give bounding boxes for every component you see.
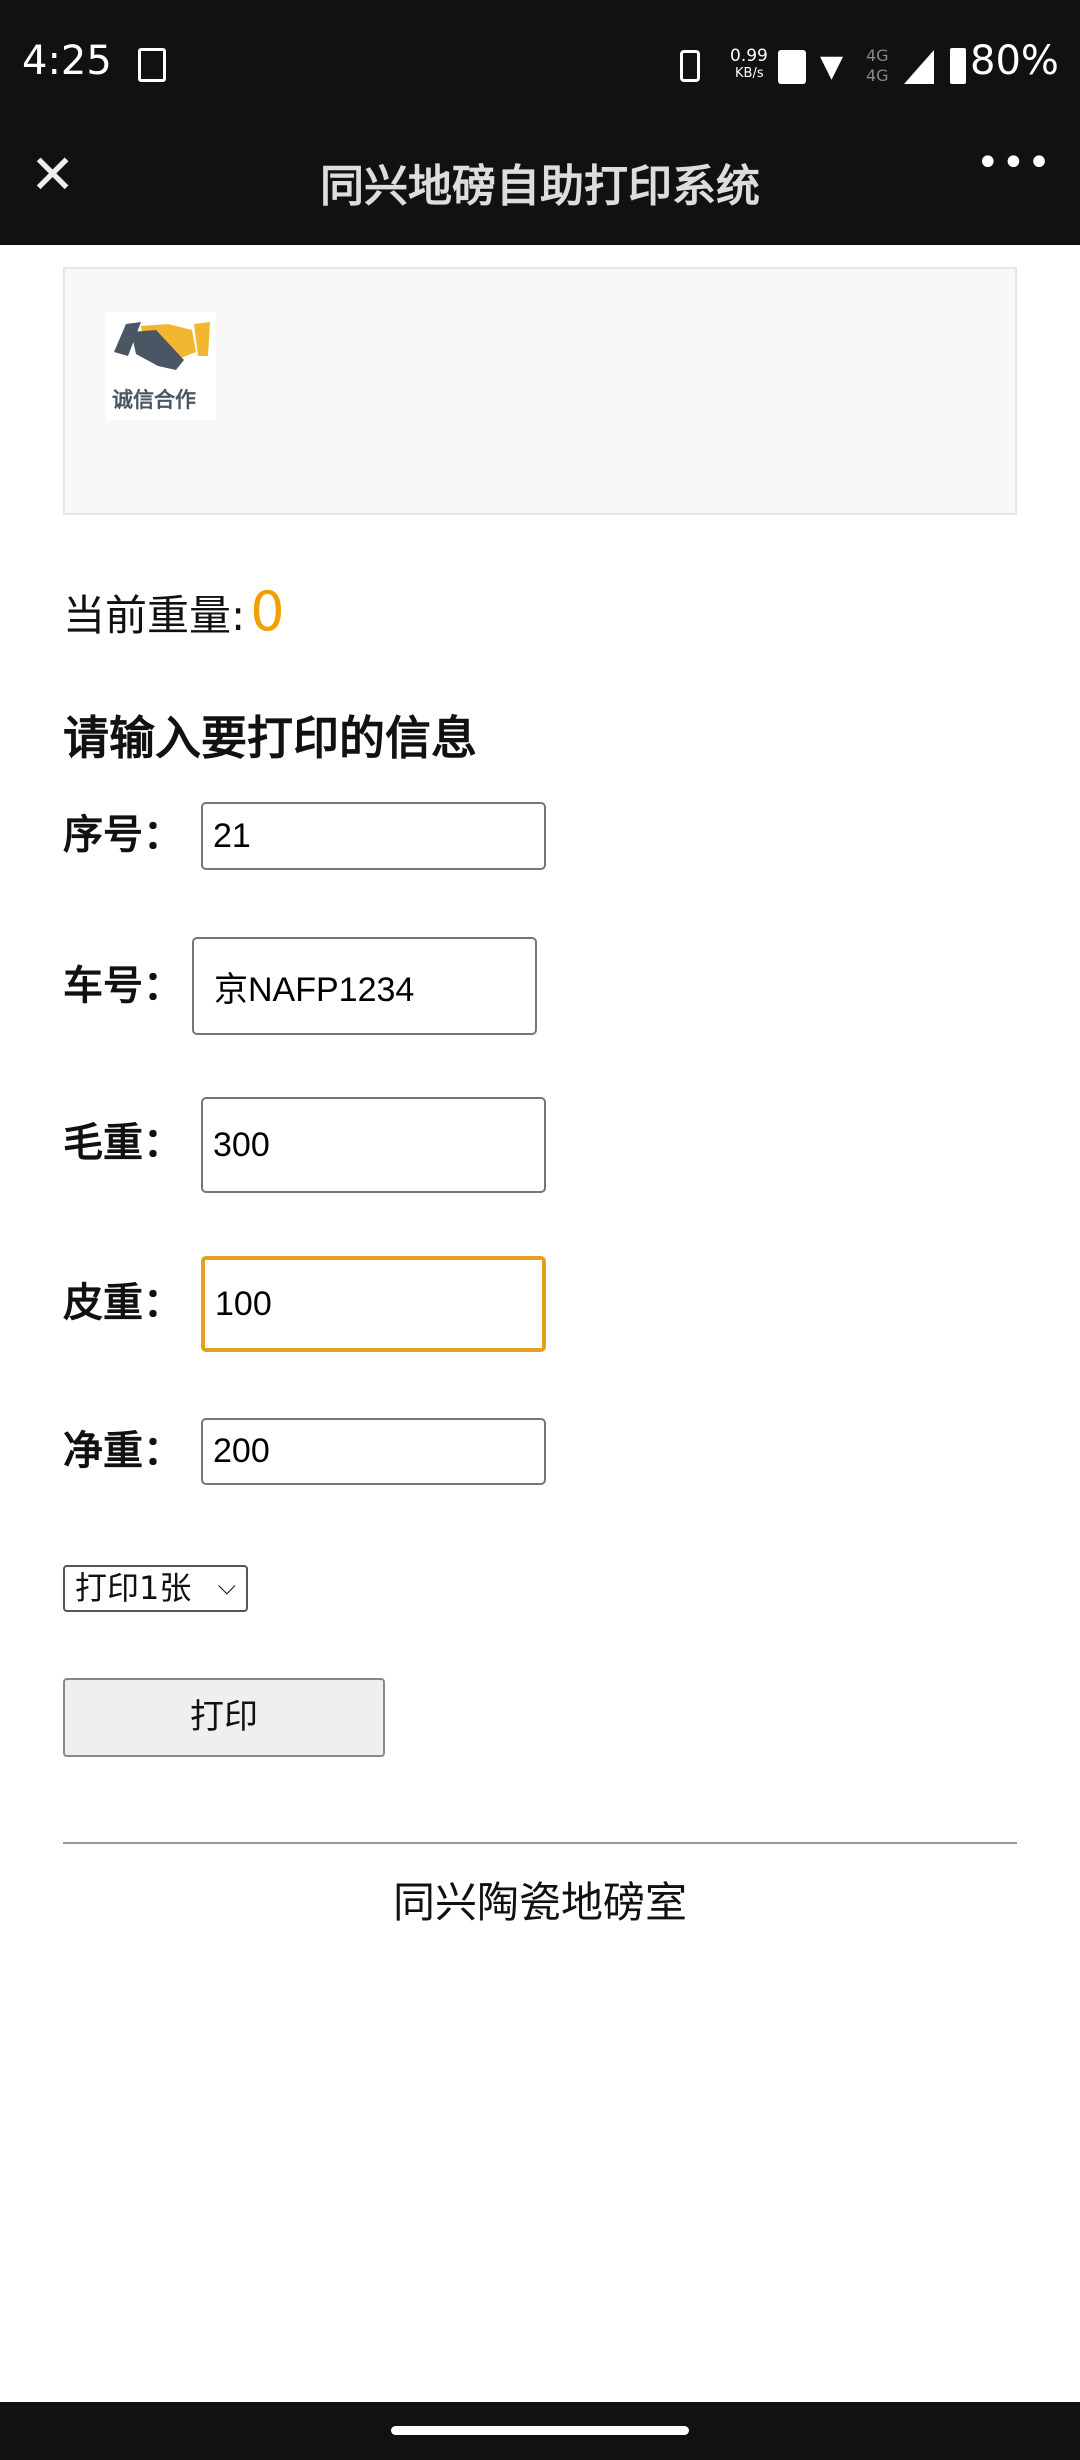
page-title: 同兴地磅自助打印系统 [320, 161, 760, 212]
print-button[interactable]: 打印 [63, 1678, 385, 1757]
plate-label: 车号： [63, 963, 183, 1009]
battery-icon [950, 48, 966, 84]
copies-select[interactable]: 打印1张 ⌵ [63, 1565, 248, 1612]
net-weight-input[interactable] [201, 1418, 546, 1485]
serial-label: 序号： [63, 812, 183, 858]
form-heading: 请输入要打印的信息 [63, 711, 477, 765]
current-weight: 当前重量: 0 [63, 582, 285, 655]
gross-label: 毛重： [63, 1120, 183, 1166]
divider [63, 1842, 1017, 1844]
wifi-icon: ▼ [820, 49, 844, 84]
gross-weight-input[interactable] [201, 1097, 546, 1193]
handshake-icon [114, 322, 210, 370]
sig-4g-1: 4G [866, 46, 889, 65]
net-label: 净重： [63, 1428, 183, 1474]
sig-4g-2: 4G [866, 66, 889, 85]
serial-input[interactable] [201, 802, 546, 870]
banner: 诚信合作 [63, 267, 1017, 515]
signal-icon [904, 50, 934, 84]
net-unit: KB/s [735, 66, 764, 81]
more-icon[interactable]: ••• [976, 140, 1053, 186]
weight-label: 当前重量: [63, 591, 246, 640]
tare-weight-input[interactable] [201, 1256, 546, 1352]
copies-select-value: 打印1张 [75, 1569, 192, 1607]
title-bar: ✕ 同兴地磅自助打印系统 ••• [0, 110, 1080, 245]
logo: 诚信合作 [106, 312, 216, 420]
status-bar: 4:25 0.99 KB/s ▼ 4G 4G 80% [0, 0, 1080, 110]
plate-input[interactable] [192, 937, 537, 1035]
hd-icon [778, 50, 806, 84]
tare-label: 皮重： [63, 1280, 183, 1326]
battery-level: 80% [970, 38, 1059, 84]
net-speed: 0.99 [730, 46, 768, 66]
notification-icon [138, 48, 166, 82]
footer-text: 同兴陶瓷地磅室 [392, 1878, 687, 1927]
logo-text: 诚信合作 [112, 388, 196, 412]
weight-value: 0 [250, 580, 285, 643]
vibrate-icon [680, 50, 700, 82]
clock: 4:25 [22, 38, 112, 84]
chevron-down-icon: ⌵ [217, 1572, 236, 1600]
nav-bar [0, 2402, 1080, 2460]
home-handle[interactable] [391, 2426, 689, 2435]
